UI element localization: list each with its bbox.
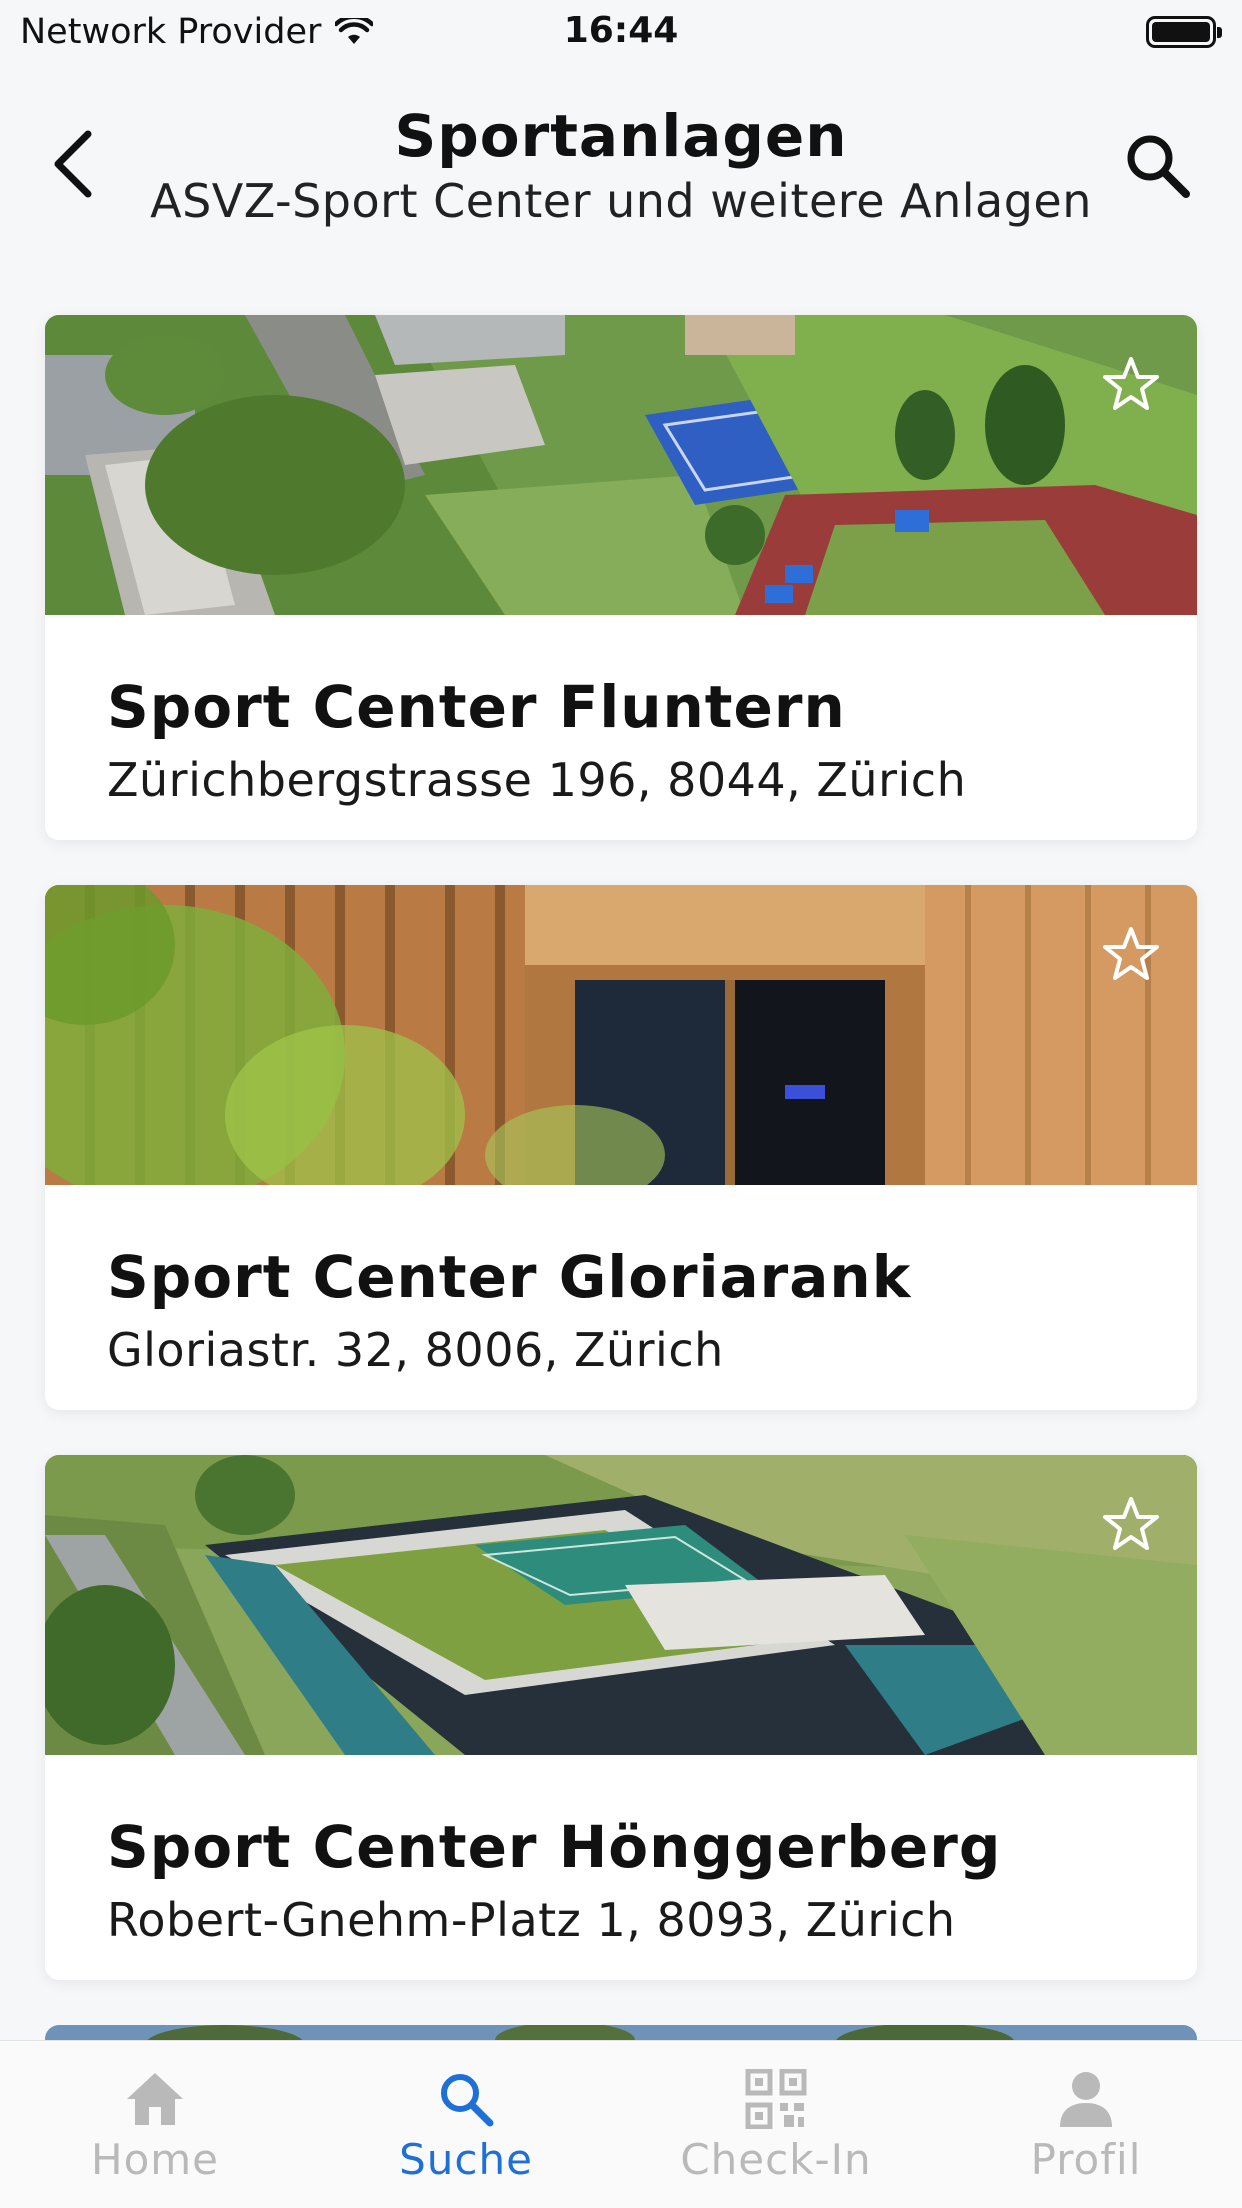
favorite-star-icon[interactable] (1101, 1495, 1161, 1555)
page-title: Sportanlagen (394, 102, 848, 170)
navigation-header: Sportanlagen ASVZ-Sport Center und weite… (0, 96, 1242, 246)
favorite-star-icon[interactable] (1101, 925, 1161, 985)
tab-profile[interactable]: Profil (966, 2069, 1206, 2199)
person-icon (1060, 2072, 1112, 2127)
facility-photo (45, 315, 1197, 615)
tab-label: Home (90, 2135, 220, 2184)
tab-home[interactable]: Home (35, 2069, 275, 2199)
tab-label: Check-In (680, 2135, 872, 2184)
status-bar: Network Provider 16:44 (0, 0, 1242, 64)
facility-name: Sport Center Hönggerberg (107, 1813, 1002, 1881)
tab-search[interactable]: Suche (346, 2069, 586, 2199)
facility-address: Gloriastr. 32, 8006, Zürich (107, 1323, 724, 1377)
page-subtitle: ASVZ-Sport Center und weitere Anlagen (150, 174, 1092, 228)
tab-label: Profil (1030, 2135, 1142, 2184)
facility-photo (45, 885, 1197, 1185)
search-button[interactable] (1122, 130, 1194, 202)
status-time: 16:44 (563, 10, 679, 51)
tab-bar: Home Suche Check-In Profil (0, 2040, 1242, 2208)
facility-name: Sport Center Fluntern (107, 673, 846, 741)
facility-card[interactable]: Sport Center Hönggerberg Robert-Gnehm-Pl… (45, 1455, 1197, 1980)
tab-label: Suche (399, 2135, 533, 2184)
qr-code-icon (745, 2069, 807, 2129)
facility-name: Sport Center Gloriarank (107, 1243, 912, 1311)
facility-card[interactable]: Sport Center Fluntern Zürichbergstrasse … (45, 315, 1197, 840)
facility-address: Zürichbergstrasse 196, 8044, Zürich (107, 753, 967, 807)
tab-check-in[interactable]: Check-In (656, 2069, 896, 2199)
facility-address: Robert-Gnehm-Platz 1, 8093, Zürich (107, 1893, 956, 1947)
facility-list: Sport Center Fluntern Zürichbergstrasse … (45, 315, 1197, 2025)
search-icon (1127, 135, 1190, 198)
facility-photo (45, 1455, 1197, 1755)
home-icon (127, 2073, 183, 2125)
favorite-star-icon[interactable] (1101, 355, 1161, 415)
search-icon (441, 2074, 494, 2127)
facility-card[interactable]: Sport Center Gloriarank Gloriastr. 32, 8… (45, 885, 1197, 1410)
battery-icon (1146, 16, 1222, 48)
